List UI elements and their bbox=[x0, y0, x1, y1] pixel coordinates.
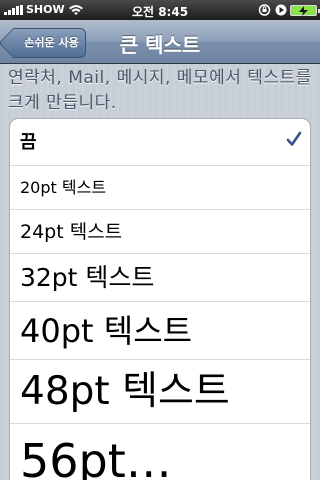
list-item-20pt[interactable]: 20pt 텍스트 bbox=[10, 166, 310, 210]
list-item-24pt[interactable]: 24pt 텍스트 bbox=[10, 210, 310, 254]
list-item-label: 56pt… bbox=[20, 434, 172, 480]
battery-charging-icon bbox=[290, 5, 320, 16]
list-item-off[interactable]: 끔 bbox=[10, 119, 310, 166]
list-item-label: 32pt 텍스트 bbox=[20, 263, 155, 292]
list-item-label: 20pt 텍스트 bbox=[20, 178, 107, 197]
list-item-label: 끔 bbox=[20, 132, 37, 153]
navigation-bar: 손쉬운 사용 큰 텍스트 bbox=[0, 20, 320, 64]
list-item-48pt[interactable]: 48pt 텍스트 bbox=[10, 360, 310, 424]
description-text: 연락처, Mail, 메시지, 메모에서 텍스트를 크게 만듭니다. bbox=[8, 68, 312, 113]
rotation-lock-icon bbox=[258, 4, 271, 16]
list-item-56pt[interactable]: 56pt… bbox=[10, 424, 310, 480]
list-item-label: 48pt 텍스트 bbox=[20, 369, 230, 414]
play-icon bbox=[275, 4, 287, 16]
list-item-40pt[interactable]: 40pt 텍스트 bbox=[10, 302, 310, 360]
text-size-list: 끔 20pt 텍스트 24pt 텍스트 32pt 텍스트 40pt 텍스트 48… bbox=[9, 118, 311, 480]
clock: 오전 8:45 bbox=[131, 5, 189, 19]
back-button[interactable]: 손쉬운 사용 bbox=[14, 28, 86, 58]
list-item-32pt[interactable]: 32pt 텍스트 bbox=[10, 254, 310, 302]
list-item-label: 40pt 텍스트 bbox=[20, 312, 193, 350]
checkmark-icon bbox=[286, 131, 302, 146]
list-item-label: 24pt 텍스트 bbox=[20, 221, 123, 243]
status-bar: SHOW 오전 8:45 bbox=[0, 0, 320, 20]
screen: SHOW 오전 8:45 손쉬운 사용 큰 텍스트 연락처, Mail, 메시지… bbox=[0, 0, 320, 480]
